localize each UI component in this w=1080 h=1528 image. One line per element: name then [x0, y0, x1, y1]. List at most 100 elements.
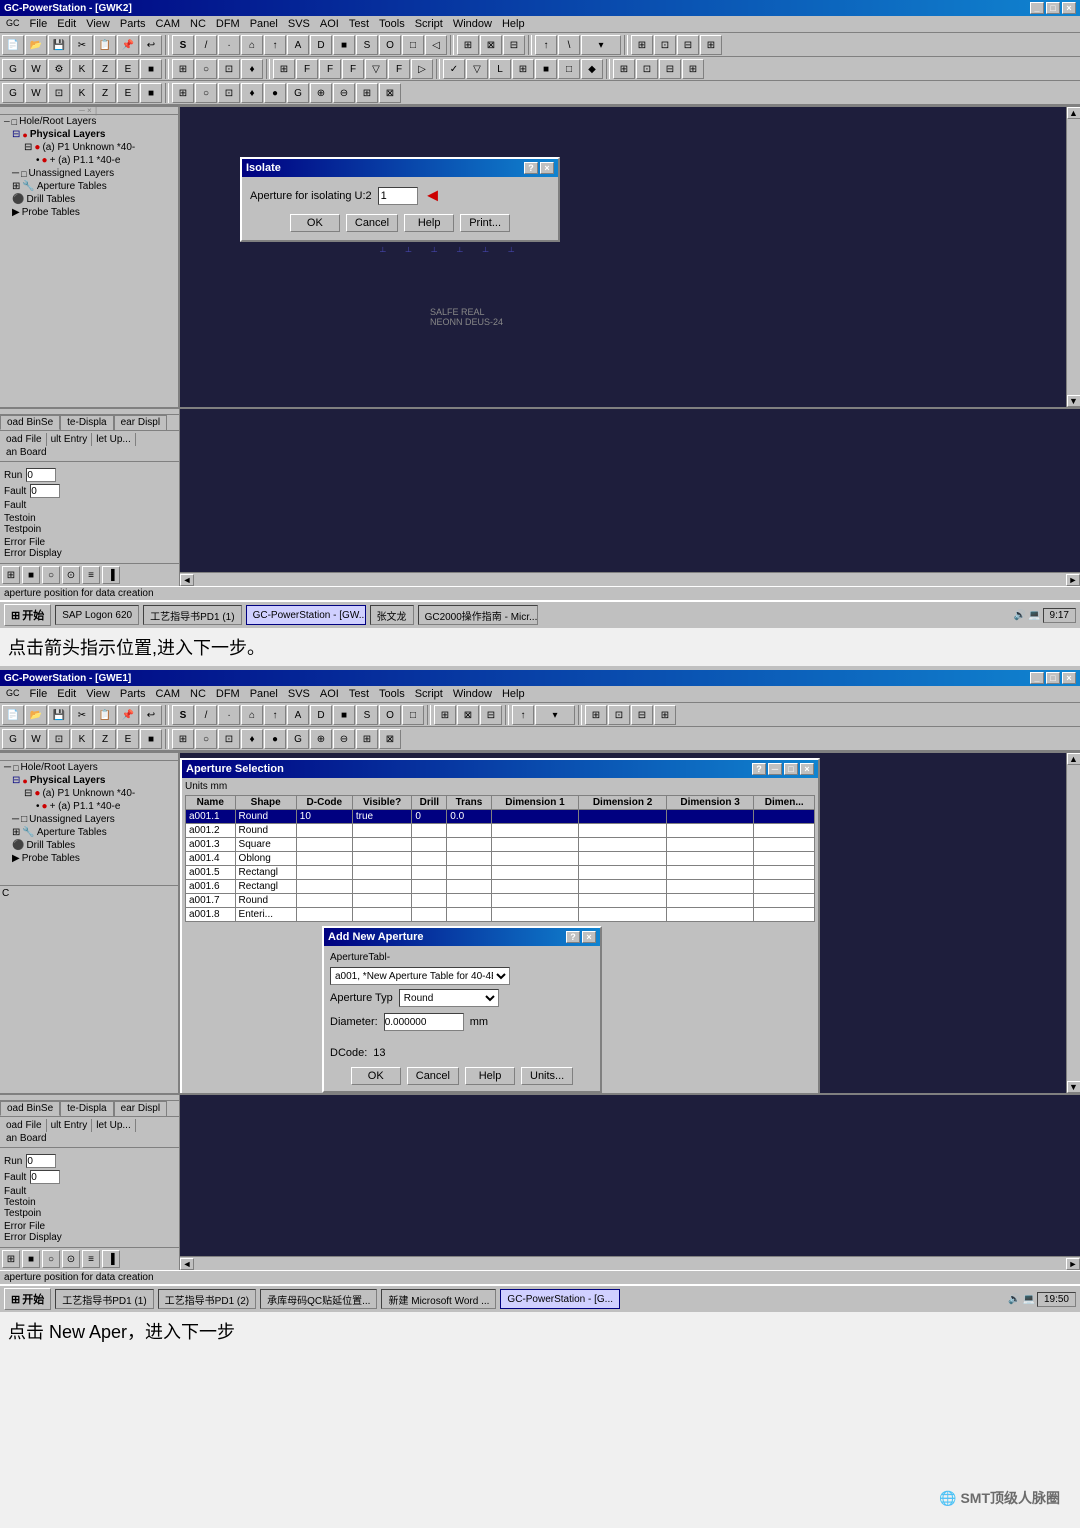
sidebar2-resize[interactable] — [0, 753, 178, 761]
tb2-27[interactable]: ⊡ — [636, 59, 658, 79]
taskbar2-word[interactable]: 新建 Microsoft Word ... — [381, 1289, 496, 1309]
t2-b3[interactable]: ⌂ — [241, 705, 263, 725]
copy-btn[interactable]: 📋 — [94, 35, 116, 55]
menu-cam[interactable]: CAM — [152, 17, 184, 31]
tb2-18[interactable]: ▷ — [411, 59, 433, 79]
scroll2-down[interactable]: ▼ — [1067, 1081, 1080, 1093]
tb22-12[interactable]: ● — [264, 729, 286, 749]
ult-entry-item[interactable]: ult Entry — [47, 433, 93, 446]
paste-btn[interactable]: 📌 — [117, 35, 139, 55]
btn11[interactable]: ◁ — [425, 35, 447, 55]
tb22-15[interactable]: ⊖ — [333, 729, 355, 749]
taskbar-gc2000[interactable]: GC2000操作指南 - Micr... — [418, 605, 538, 625]
t2-b4[interactable]: ↑ — [264, 705, 286, 725]
ico2-3[interactable]: ○ — [42, 1250, 60, 1268]
tb2-20[interactable]: ▽ — [466, 59, 488, 79]
tab2-ear[interactable]: ear Displ — [114, 1101, 167, 1116]
tree-probe-tables[interactable]: ▶ Probe Tables — [0, 206, 178, 219]
tb2-14[interactable]: F — [319, 59, 341, 79]
btn13[interactable]: ⊠ — [480, 35, 502, 55]
t2-b11[interactable]: ⊞ — [434, 705, 456, 725]
scroll2-left[interactable]: ◄ — [180, 1258, 194, 1270]
table-row[interactable]: a001.3 Square — [186, 838, 815, 852]
taskbar-gz1[interactable]: 工艺指导书PD1 (1) — [143, 605, 241, 625]
menu-nc[interactable]: NC — [186, 17, 210, 31]
taskbar2-gz1[interactable]: 工艺指导书PD1 (1) — [55, 1289, 153, 1309]
t2-paste[interactable]: 📌 — [117, 705, 139, 725]
tree-aperture-tables[interactable]: ⊞ 🔧 Aperture Tables — [0, 180, 178, 193]
undo-btn[interactable]: ↩ — [140, 35, 162, 55]
menu2-edit[interactable]: Edit — [53, 687, 80, 701]
tb2-3[interactable]: ⚙ — [48, 59, 70, 79]
btn2[interactable]: ∙ — [218, 35, 240, 55]
icon-btn4[interactable]: ⊙ — [62, 566, 80, 584]
tb2-8[interactable]: ⊞ — [172, 59, 194, 79]
tb22-16[interactable]: ⊞ — [356, 729, 378, 749]
dialog-question[interactable]: ? — [524, 162, 538, 174]
btn17[interactable]: ⊞ — [631, 35, 653, 55]
aper-close-btn[interactable]: × — [800, 763, 814, 775]
table-row[interactable]: a001.4 Oblong — [186, 852, 815, 866]
table-row[interactable]: a001.1 Round 10 true 0 0.0 — [186, 810, 815, 824]
ico2-6[interactable]: ▐ — [102, 1250, 120, 1268]
tb2-12[interactable]: ⊞ — [273, 59, 295, 79]
tb3-13[interactable]: G — [287, 83, 309, 103]
tb2-5[interactable]: Z — [94, 59, 116, 79]
tab-load-binse[interactable]: oad BinSe — [0, 415, 60, 430]
table-row[interactable]: a001.6 Rectangl — [186, 880, 815, 894]
tb2-16[interactable]: ▽ — [365, 59, 387, 79]
menu2-view[interactable]: View — [82, 687, 114, 701]
menu2-file[interactable]: File — [26, 687, 52, 701]
print-button[interactable]: Print... — [460, 214, 510, 232]
tree2-drill[interactable]: ⚫ Drill Tables — [0, 839, 178, 852]
add-help-btn[interactable]: Help — [465, 1067, 515, 1085]
save-btn[interactable]: 💾 — [48, 35, 70, 55]
tb3-16[interactable]: ⊞ — [356, 83, 378, 103]
tree2-p1-1[interactable]: • ● + (a) P1.1 *40-e — [0, 800, 178, 813]
t2-b9[interactable]: O — [379, 705, 401, 725]
tb22-4[interactable]: K — [71, 729, 93, 749]
win2-max[interactable]: □ — [1046, 672, 1060, 684]
start-button2[interactable]: ⊞ 开始 — [4, 1288, 51, 1310]
let-up2[interactable]: let Up... — [92, 1119, 135, 1132]
tb2-11[interactable]: ♦ — [241, 59, 263, 79]
add-cancel-btn[interactable]: Cancel — [407, 1067, 459, 1085]
tb2-23[interactable]: ■ — [535, 59, 557, 79]
tb2-15[interactable]: F — [342, 59, 364, 79]
scroll2-right[interactable]: ► — [1066, 1258, 1080, 1270]
tb3-14[interactable]: ⊕ — [310, 83, 332, 103]
help-button[interactable]: Help — [404, 214, 454, 232]
taskbar-zhang[interactable]: 张文龙 — [370, 605, 414, 625]
taskbar2-chengku[interactable]: 承库母码QC贴延位置... — [260, 1289, 377, 1309]
tb2-19[interactable]: ✓ — [443, 59, 465, 79]
tb3-12[interactable]: ● — [264, 83, 286, 103]
menu2-help[interactable]: Help — [498, 687, 529, 701]
diameter-input[interactable] — [384, 1013, 464, 1031]
tb22-13[interactable]: G — [287, 729, 309, 749]
menu-edit[interactable]: Edit — [53, 17, 80, 31]
aper-max-btn[interactable]: □ — [784, 763, 798, 775]
btn15[interactable]: ↑ — [535, 35, 557, 55]
icon-btn2[interactable]: ■ — [22, 566, 40, 584]
menu2-dfm[interactable]: DFM — [212, 687, 244, 701]
tab-ear[interactable]: ear Displ — [114, 415, 167, 430]
tb22-2[interactable]: W — [25, 729, 47, 749]
t2-b18[interactable]: ⊞ — [654, 705, 676, 725]
tb22-3[interactable]: ⊡ — [48, 729, 70, 749]
btn3[interactable]: ⌂ — [241, 35, 263, 55]
t2-b6[interactable]: D — [310, 705, 332, 725]
tb2-24[interactable]: □ — [558, 59, 580, 79]
tab2-display[interactable]: te-Displa — [60, 1101, 113, 1116]
tb2-13[interactable]: F — [296, 59, 318, 79]
ico2-1[interactable]: ⊞ — [2, 1250, 20, 1268]
btn4[interactable]: ↑ — [264, 35, 286, 55]
btn12[interactable]: ⊞ — [457, 35, 479, 55]
menu-view[interactable]: View — [82, 17, 114, 31]
t2-b10[interactable]: □ — [402, 705, 424, 725]
aperture-input[interactable] — [378, 187, 418, 205]
menu-script[interactable]: Script — [411, 17, 447, 31]
tb2-17[interactable]: F — [388, 59, 410, 79]
tb22-7[interactable]: ■ — [140, 729, 162, 749]
menu2-window[interactable]: Window — [449, 687, 496, 701]
icon-btn5[interactable]: ≡ — [82, 566, 100, 584]
